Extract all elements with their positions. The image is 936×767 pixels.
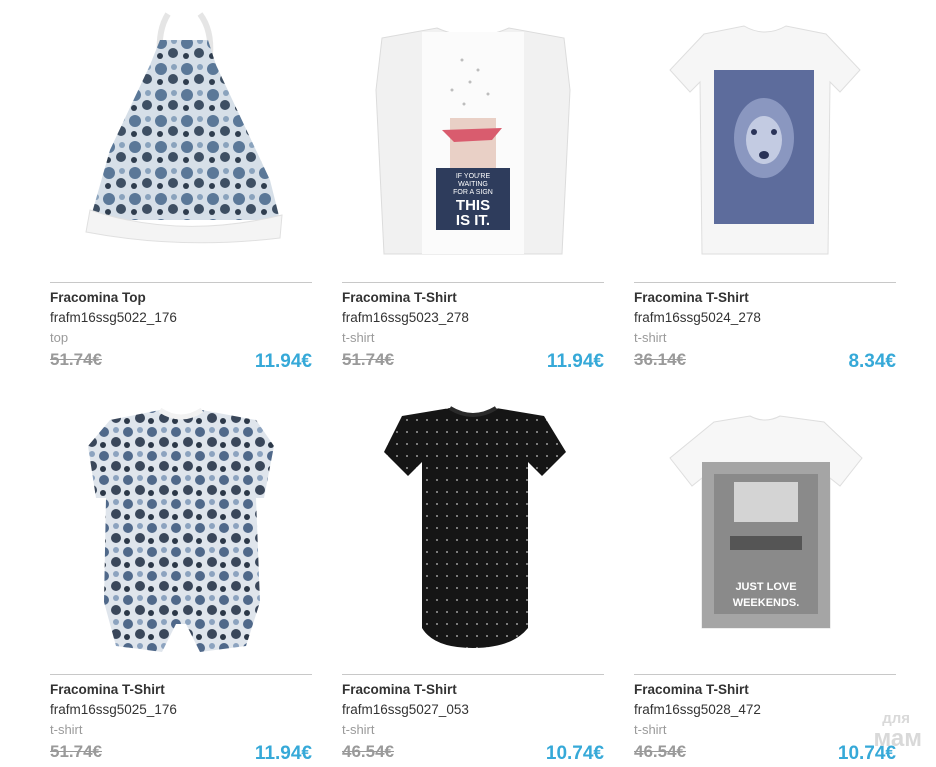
product-grid: Fracomina Top frafm16ssg5022_176 top 51.… <box>0 0 936 767</box>
floral-halter-top-image <box>85 12 283 244</box>
floral-lace-tee-image <box>88 407 274 652</box>
product-sku: frafm16ssg5027_053 <box>342 702 469 717</box>
divider <box>50 282 312 283</box>
sale-price: 8.34€ <box>848 351 896 372</box>
product-image[interactable] <box>50 10 312 272</box>
old-price: 51.74€ <box>342 350 394 369</box>
white-sleeveless-print-tee-image: IF YOU'RE WAITING FOR A SIGN THIS IS IT. <box>375 27 571 255</box>
product-sku: frafm16ssg5023_278 <box>342 310 469 325</box>
print-line: WEEKENDS. <box>733 597 800 609</box>
product-card[interactable]: Fracomina T-Shirt frafm16ssg5025_176 t-s… <box>50 402 312 767</box>
sale-price: 10.74€ <box>545 743 604 764</box>
white-photo-print-tee-image <box>669 25 861 255</box>
product-image[interactable] <box>342 402 604 664</box>
product-title[interactable]: Fracomina T-Shirt <box>634 682 749 697</box>
product-card[interactable]: JUST LOVE WEEKENDS. Fracomina T-Shirt fr… <box>634 402 896 767</box>
product-title[interactable]: Fracomina T-Shirt <box>50 682 165 697</box>
product-title[interactable]: Fracomina T-Shirt <box>634 290 749 305</box>
product-sku: frafm16ssg5028_472 <box>634 702 761 717</box>
product-image[interactable]: JUST LOVE WEEKENDS. <box>634 402 896 664</box>
print-line: JUST LOVE <box>735 581 796 593</box>
product-title[interactable]: Fracomina T-Shirt <box>342 682 457 697</box>
print-line: IS IT. <box>456 212 490 229</box>
print-line: WAITING <box>458 181 488 188</box>
product-category: t-shirt <box>342 722 375 737</box>
product-category: t-shirt <box>50 722 83 737</box>
product-image[interactable] <box>50 402 312 664</box>
product-title[interactable]: Fracomina Top <box>50 290 146 305</box>
black-studded-tee-image <box>384 406 566 648</box>
divider <box>342 674 604 675</box>
old-price: 36.14€ <box>634 350 686 369</box>
old-price: 46.54€ <box>634 742 686 761</box>
sale-price: 10.74€ <box>837 743 896 764</box>
product-category: t-shirt <box>342 330 375 345</box>
divider <box>634 674 896 675</box>
divider <box>342 282 604 283</box>
product-sku: frafm16ssg5022_176 <box>50 310 177 325</box>
product-image[interactable]: IF YOU'RE WAITING FOR A SIGN THIS IS IT. <box>342 10 604 272</box>
product-card[interactable]: Fracomina T-Shirt frafm16ssg5027_053 t-s… <box>342 402 604 767</box>
divider <box>634 282 896 283</box>
old-price: 51.74€ <box>50 350 102 369</box>
old-price: 51.74€ <box>50 742 102 761</box>
print-line: IF YOU'RE <box>456 173 491 180</box>
print-line: FOR A SIGN <box>453 189 493 196</box>
product-sku: frafm16ssg5024_278 <box>634 310 761 325</box>
divider <box>50 674 312 675</box>
product-category: t-shirt <box>634 722 667 737</box>
product-card[interactable]: Fracomina T-Shirt frafm16ssg5024_278 t-s… <box>634 10 896 390</box>
sale-price: 11.94€ <box>254 743 312 764</box>
product-sku: frafm16ssg5025_176 <box>50 702 177 717</box>
sale-price: 11.94€ <box>254 351 312 372</box>
product-card[interactable]: IF YOU'RE WAITING FOR A SIGN THIS IS IT.… <box>342 10 604 390</box>
product-title[interactable]: Fracomina T-Shirt <box>342 290 457 305</box>
product-image[interactable] <box>634 10 896 272</box>
sale-price: 11.94€ <box>546 351 604 372</box>
product-card[interactable]: Fracomina Top frafm16ssg5022_176 top 51.… <box>50 10 312 390</box>
product-category: t-shirt <box>634 330 667 345</box>
old-price: 46.54€ <box>342 742 394 761</box>
raglan-photo-print-tee-image: JUST LOVE WEEKENDS. <box>669 415 863 629</box>
product-category: top <box>50 330 69 345</box>
